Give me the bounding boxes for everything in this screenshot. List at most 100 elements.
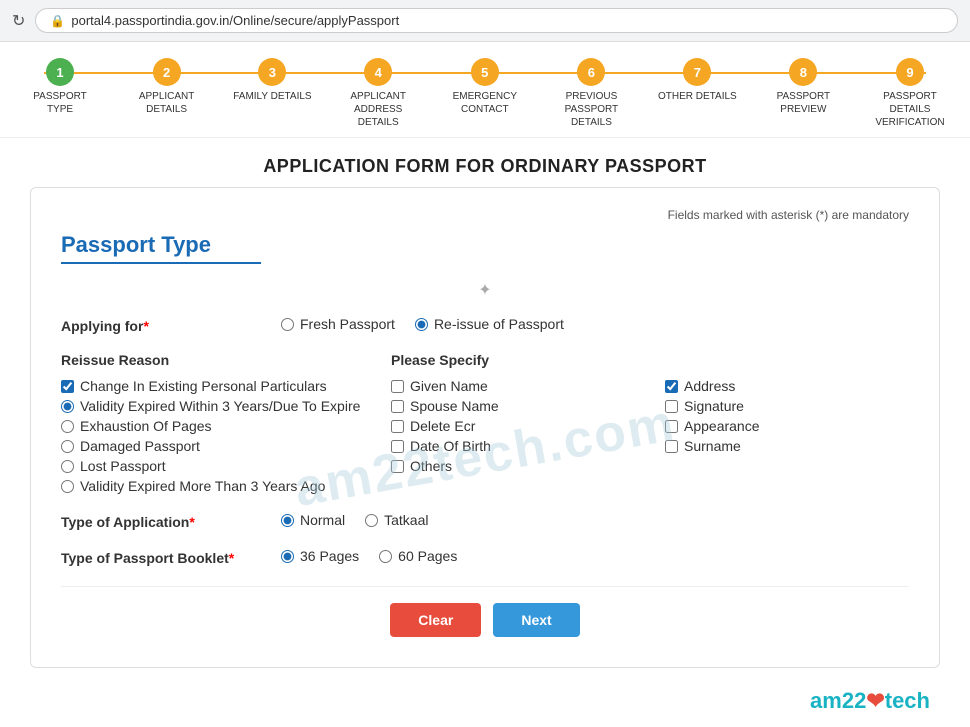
address-bar[interactable]: 🔒 portal4.passportindia.gov.in/Online/se… — [35, 8, 958, 33]
specify-surname[interactable]: Surname — [665, 438, 909, 454]
step-5[interactable]: 5 EMERGENCY CONTACT — [445, 58, 525, 116]
browser-bar: ↻ 🔒 portal4.passportindia.gov.in/Online/… — [0, 0, 970, 42]
specify-dob[interactable]: Date Of Birth — [391, 438, 635, 454]
step-label-5: EMERGENCY CONTACT — [445, 90, 525, 116]
specify-given-name[interactable]: Given Name — [391, 378, 635, 394]
specify-signature-checkbox[interactable] — [665, 400, 678, 413]
36-pages-radio[interactable] — [281, 550, 294, 563]
60-pages-radio[interactable] — [379, 550, 392, 563]
reissue-right: Please Specify Given Name Address Spo — [391, 352, 909, 494]
step-label-3: FAMILY DETAILS — [233, 90, 311, 103]
step-circle-8: 8 — [789, 58, 817, 86]
reissue-section: Reissue Reason Change In Existing Person… — [61, 352, 909, 494]
reason-change-checkbox[interactable] — [61, 380, 74, 393]
reissue-left: Reissue Reason Change In Existing Person… — [61, 352, 391, 494]
brand-bottom: am22❤tech — [0, 688, 970, 724]
specify-dob-checkbox[interactable] — [391, 440, 404, 453]
reissue-passport-label: Re-issue of Passport — [434, 316, 564, 332]
reissue-reason-label: Reissue Reason — [61, 352, 391, 368]
refresh-icon[interactable]: ↻ — [12, 11, 25, 31]
reissue-passport-radio[interactable] — [415, 318, 428, 331]
step-8[interactable]: 8 PASSPORT PREVIEW — [763, 58, 843, 116]
specify-appearance[interactable]: Appearance — [665, 418, 909, 434]
brand-dot: ❤ — [866, 688, 884, 713]
60-pages-option[interactable]: 60 Pages — [379, 548, 457, 564]
tatkaal-option[interactable]: Tatkaal — [365, 512, 428, 528]
specify-others[interactable]: Others — [391, 458, 635, 474]
step-circle-6: 6 — [577, 58, 605, 86]
applying-for-label: Applying for* — [61, 316, 261, 334]
specify-address-checkbox[interactable] — [665, 380, 678, 393]
reason-validity3[interactable]: Validity Expired Within 3 Years/Due To E… — [61, 398, 391, 414]
brand-text: am22❤tech — [810, 688, 930, 714]
step-label-7: OTHER DETAILS — [658, 90, 737, 103]
btn-row: Clear Next — [61, 586, 909, 637]
reissue-passport-option[interactable]: Re-issue of Passport — [415, 316, 564, 332]
specify-spouse-name-checkbox[interactable] — [391, 400, 404, 413]
reason-exhaustion-radio[interactable] — [61, 420, 74, 433]
booklet-type-row: Type of Passport Booklet* 36 Pages 60 Pa… — [61, 548, 909, 566]
clear-button[interactable]: Clear — [390, 603, 481, 637]
url-text: portal4.passportindia.gov.in/Online/secu… — [71, 13, 399, 28]
step-2[interactable]: 2 APPLICANT DETAILS — [127, 58, 207, 116]
step-circle-7: 7 — [683, 58, 711, 86]
fresh-passport-option[interactable]: Fresh Passport — [281, 316, 395, 332]
application-type-label: Type of Application* — [61, 512, 261, 530]
next-button[interactable]: Next — [493, 603, 579, 637]
applying-for-row: Applying for* Fresh Passport Re-issue of… — [61, 316, 909, 334]
step-label-9: PASSPORT DETAILS VERIFICATION — [870, 90, 950, 129]
reason-lost[interactable]: Lost Passport — [61, 458, 391, 474]
reason-validity3plus[interactable]: Validity Expired More Than 3 Years Ago — [61, 478, 391, 494]
fresh-passport-radio[interactable] — [281, 318, 294, 331]
reason-damaged[interactable]: Damaged Passport — [61, 438, 391, 454]
applying-for-options: Fresh Passport Re-issue of Passport — [281, 316, 564, 332]
reason-damaged-radio[interactable] — [61, 440, 74, 453]
progress-steps: 1 PASSPORT TYPE 2 APPLICANT DETAILS 3 FA… — [20, 58, 950, 129]
reason-validity3-radio[interactable] — [61, 400, 74, 413]
specify-others-checkbox[interactable] — [391, 460, 404, 473]
step-1[interactable]: 1 PASSPORT TYPE — [20, 58, 100, 116]
specify-given-name-checkbox[interactable] — [391, 380, 404, 393]
mandatory-note: Fields marked with asterisk (*) are mand… — [61, 208, 909, 222]
section-divider — [61, 262, 261, 264]
section-title: Passport Type — [61, 232, 909, 258]
step-7[interactable]: 7 OTHER DETAILS — [658, 58, 737, 103]
booklet-type-options: 36 Pages 60 Pages — [281, 548, 457, 564]
specify-address[interactable]: Address — [665, 378, 909, 394]
please-specify-label: Please Specify — [391, 352, 909, 368]
step-6[interactable]: 6 PREVIOUS PASSPORT DETAILS — [551, 58, 631, 129]
reason-exhaustion[interactable]: Exhaustion Of Pages — [61, 418, 391, 434]
specify-appearance-checkbox[interactable] — [665, 420, 678, 433]
reason-lost-radio[interactable] — [61, 460, 74, 473]
step-circle-4: 4 — [364, 58, 392, 86]
step-3[interactable]: 3 FAMILY DETAILS — [233, 58, 311, 103]
step-circle-2: 2 — [153, 58, 181, 86]
specify-delete-ecr[interactable]: Delete Ecr — [391, 418, 635, 434]
step-label-6: PREVIOUS PASSPORT DETAILS — [551, 90, 631, 129]
specify-delete-ecr-checkbox[interactable] — [391, 420, 404, 433]
form-card: Fields marked with asterisk (*) are mand… — [30, 187, 940, 668]
step-9[interactable]: 9 PASSPORT DETAILS VERIFICATION — [870, 58, 950, 129]
specify-grid: Given Name Address Spouse Name Sign — [391, 378, 909, 474]
specify-spouse-name[interactable]: Spouse Name — [391, 398, 635, 414]
36-pages-option[interactable]: 36 Pages — [281, 548, 359, 564]
specify-signature[interactable]: Signature — [665, 398, 909, 414]
booklet-type-label: Type of Passport Booklet* — [61, 548, 261, 566]
step-circle-9: 9 — [896, 58, 924, 86]
normal-radio[interactable] — [281, 514, 294, 527]
step-circle-1: 1 — [46, 58, 74, 86]
application-type-row: Type of Application* Normal Tatkaal — [61, 512, 909, 530]
step-label-2: APPLICANT DETAILS — [127, 90, 207, 116]
reason-change[interactable]: Change In Existing Personal Particulars — [61, 378, 391, 394]
fresh-passport-label: Fresh Passport — [300, 316, 395, 332]
specify-surname-checkbox[interactable] — [665, 440, 678, 453]
steps-container: 1 PASSPORT TYPE 2 APPLICANT DETAILS 3 FA… — [0, 42, 970, 138]
normal-option[interactable]: Normal — [281, 512, 345, 528]
application-type-options: Normal Tatkaal — [281, 512, 428, 528]
reissue-reasons-group: Change In Existing Personal Particulars … — [61, 378, 391, 494]
step-4[interactable]: 4 APPLICANT ADDRESS DETAILS — [338, 58, 418, 129]
step-label-8: PASSPORT PREVIEW — [763, 90, 843, 116]
reason-validity3plus-radio[interactable] — [61, 480, 74, 493]
tatkaal-radio[interactable] — [365, 514, 378, 527]
lock-icon: 🔒 — [50, 14, 65, 28]
